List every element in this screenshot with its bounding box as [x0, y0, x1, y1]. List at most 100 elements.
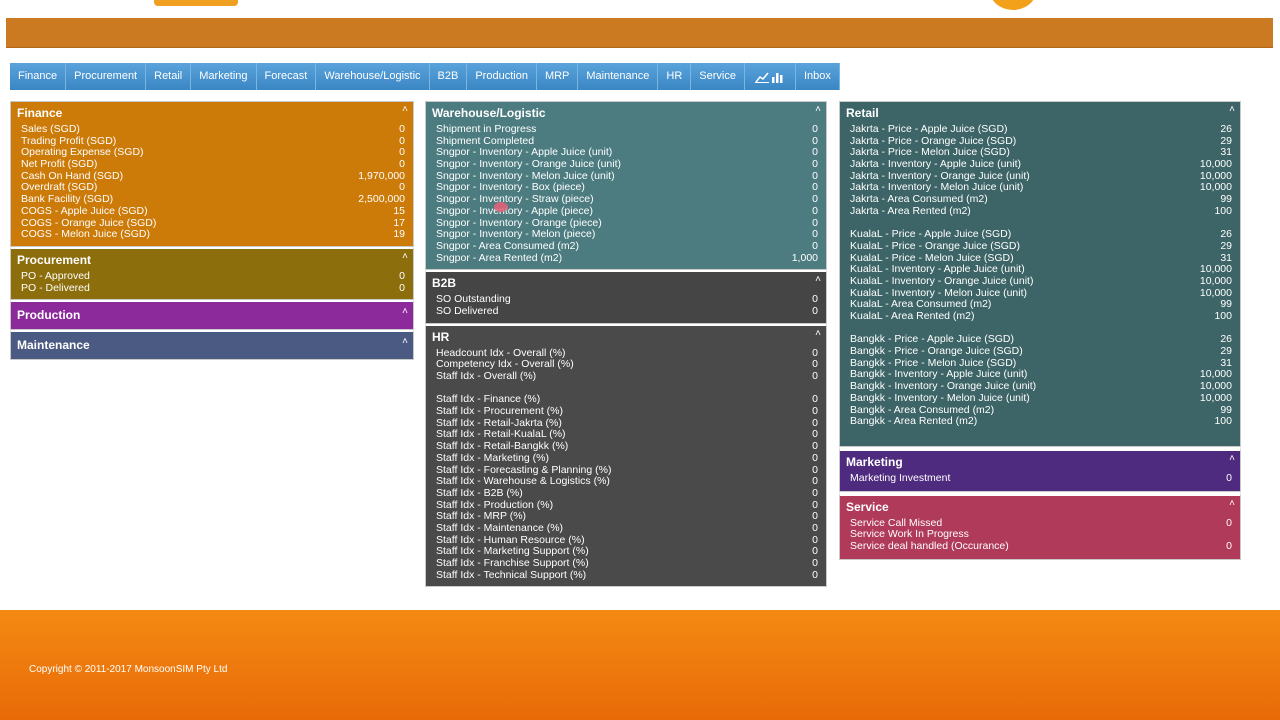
metric-value: 0	[1226, 471, 1232, 484]
collapse-icon[interactable]: ˄	[815, 99, 821, 121]
middle-column: Warehouse/Logistic ˄ Shipment in Progress…	[425, 101, 827, 588]
metric-row: Sales (SGD) 0	[21, 123, 405, 136]
nav-warehouse-logistic[interactable]: Warehouse/Logistic	[316, 63, 430, 90]
retail-rows: Jakrta - Price - Apple Juice (SGD) 26 Jakr…	[840, 122, 1240, 446]
metric-row: Jakrta - Price - Apple Juice (SGD) 26	[850, 123, 1232, 136]
nav-finance[interactable]: Finance	[10, 63, 67, 90]
mouse-cursor-highlight	[494, 202, 508, 212]
footer: Copyright © 2011-2017 MonsoonSIM Pty Ltd	[0, 610, 1280, 720]
metric-label: Staff Idx - Maintenance (%)	[436, 521, 564, 534]
procurement-rows: PO - Approved 0 PO - Delivered 0	[11, 269, 413, 299]
metric-value: 10,000	[1199, 274, 1232, 287]
service-rows: Service Call Missed 0 Service Work In Prog…	[840, 516, 1240, 559]
chart-icon	[754, 72, 783, 83]
metric-row: PO - Approved 0	[21, 269, 405, 283]
nav-retail[interactable]: Retail	[146, 63, 192, 90]
metric-row: Net Profit (SGD) 0	[21, 158, 405, 171]
nav-mrp[interactable]: MRP	[536, 63, 579, 90]
production-panel: Production ˄	[10, 300, 414, 331]
b2b-rows: SO Outstanding 0 SO Delivered 0	[426, 292, 826, 322]
collapse-icon[interactable]: ˄	[402, 329, 408, 355]
metric-row: Bangkk - Area Rented (m2) 100	[850, 415, 1232, 428]
metric-row: SO Delivered 0	[436, 304, 818, 318]
metric-row: KualaL - Area Rented (m2) 100	[850, 310, 1232, 323]
top-logo-decoration	[990, 0, 1036, 10]
nav-procurement[interactable]: Procurement	[66, 63, 147, 90]
metric-row: KualaL - Price - Orange Juice (SGD) 29	[850, 239, 1232, 253]
maintenance-panel: Maintenance ˄	[10, 329, 414, 361]
metric-row: Marketing Investment 0	[850, 471, 1232, 485]
metric-row: Sngpor - Area Consumed (m2) 0	[436, 240, 818, 253]
metric-row: Shipment in Progress 0	[436, 123, 818, 136]
metric-value: 100	[1214, 204, 1232, 217]
metric-row: Staff Idx - Maintenance (%) 0	[436, 521, 818, 535]
nav-production[interactable]: Production	[467, 63, 537, 90]
metric-label: Staff Idx - Procurement (%)	[436, 405, 564, 418]
metric-label: PO - Approved	[21, 269, 90, 282]
metric-value: 1,000	[791, 251, 818, 264]
metric-value: 19	[393, 228, 405, 241]
nav-forecast[interactable]: Forecast	[256, 63, 317, 90]
collapse-icon[interactable]: ˄	[402, 299, 408, 325]
metric-value: 0	[812, 521, 818, 534]
metric-value: 10,000	[1199, 158, 1232, 171]
nav-service[interactable]: Service	[691, 63, 745, 90]
collapse-icon[interactable]: ˄	[1229, 99, 1235, 121]
collapse-icon[interactable]: ˄	[815, 269, 821, 291]
nav-hr[interactable]: HR	[658, 63, 692, 90]
service-panel-title: Service ˄	[840, 496, 1240, 516]
hr-panel: HR ˄ Headcount Idx - Overall (%) 0 Competen…	[425, 323, 827, 588]
marketing-rows: Marketing Investment 0	[840, 471, 1240, 491]
metric-row: COGS - Melon Juice (SGD) 19	[21, 228, 405, 241]
metric-value: 100	[1214, 415, 1232, 428]
metric-label: PO - Delivered	[21, 281, 90, 294]
metric-label: Staff Idx - B2B (%)	[436, 486, 523, 499]
metric-row: Staff Idx - Technical Support (%) 0	[436, 569, 818, 582]
metric-row: Jakrta - Area Rented (m2) 100	[850, 204, 1232, 218]
metric-value: 0	[399, 158, 405, 171]
metric-value: 26	[1220, 123, 1232, 135]
metric-value: 0	[399, 123, 405, 135]
collapse-icon[interactable]: ˄	[402, 99, 408, 121]
nav-chart[interactable]	[744, 63, 796, 90]
hr-panel-title: HR ˄	[426, 326, 826, 346]
metric-label: Jakrta - Area Rented (m2)	[850, 204, 971, 217]
production-panel-title: Production ˄	[11, 302, 413, 322]
metric-label: Jakrta - Inventory - Apple Juice (unit)	[850, 158, 1021, 171]
metric-value: 0	[812, 304, 818, 317]
top-tab-decoration	[154, 0, 238, 6]
collapse-icon[interactable]: ˄	[1229, 448, 1235, 470]
metric-value: 100	[1214, 310, 1232, 322]
metric-label: KualaL - Inventory - Orange Juice (unit)	[850, 274, 1034, 287]
metric-label: COGS - Melon Juice (SGD)	[21, 228, 150, 241]
metric-label: Service deal handled (Occurance)	[850, 539, 1009, 552]
metric-label: Shipment in Progress	[436, 123, 537, 135]
nav-marketing[interactable]: Marketing	[191, 63, 257, 90]
metric-label: Staff Idx - Overall (%)	[436, 370, 537, 382]
metric-value: 29	[1220, 239, 1232, 252]
metric-value: 29	[1220, 345, 1232, 358]
nav-maintenance[interactable]: Maintenance	[578, 63, 659, 90]
metric-value: 0	[812, 557, 818, 569]
collapse-icon[interactable]: ˄	[1229, 493, 1235, 515]
right-column: Retail ˄ Jakrta - Price - Apple Juice (SG…	[839, 101, 1241, 560]
metric-row: Bangkk - Inventory - Melon Juice (unit) 1…	[850, 392, 1232, 405]
finance-panel-title: Finance ˄	[11, 102, 413, 122]
nav-inbox[interactable]: Inbox	[795, 63, 840, 90]
metric-value: 0	[399, 269, 405, 282]
nav-b2b[interactable]: B2B	[429, 63, 468, 90]
collapse-icon[interactable]: ˄	[402, 246, 408, 268]
metric-label: Bangkk - Price - Orange Juice (SGD)	[850, 345, 1023, 358]
metric-label: Sngpor - Inventory - Orange Juice (unit)	[436, 158, 622, 171]
metric-label: Sngpor - Area Rented (m2)	[436, 251, 563, 264]
metric-label: SO Delivered	[436, 304, 499, 317]
marketing-panel: Marketing ˄ Marketing Investment 0	[839, 446, 1241, 492]
warehouse-panel-title: Warehouse/Logistic ˄	[426, 102, 826, 122]
metric-row: COGS - Apple Juice (SGD) 15	[21, 205, 405, 218]
metric-label: KualaL - Area Rented (m2)	[850, 310, 975, 322]
metric-row: Service deal handled (Occurance) 0	[850, 539, 1232, 553]
collapse-icon[interactable]: ˄	[815, 323, 821, 345]
metric-value: 0	[1226, 539, 1232, 552]
finance-panel: Finance ˄ Sales (SGD) 0 Trading Profit (SGD…	[10, 101, 414, 247]
metric-row: Bangkk - Price - Orange Juice (SGD) 29	[850, 345, 1232, 358]
